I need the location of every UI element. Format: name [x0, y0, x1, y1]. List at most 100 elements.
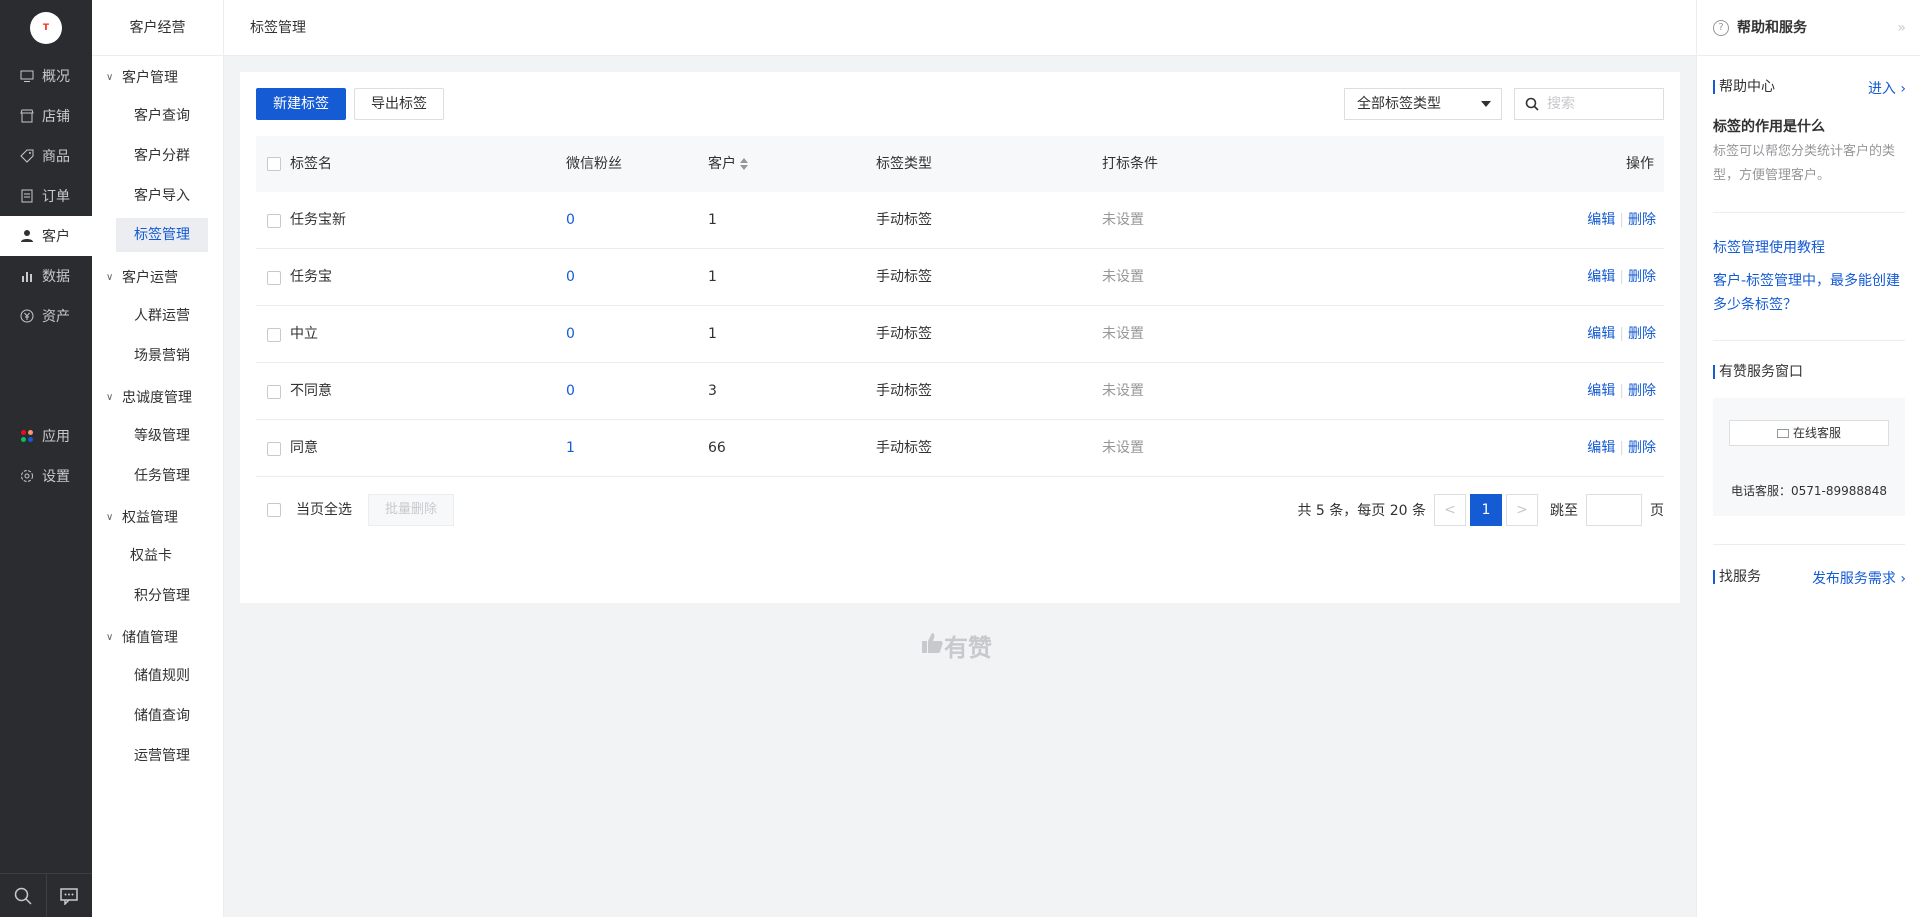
tag-type-select[interactable]: 全部标签类型 [1344, 88, 1502, 120]
nav-settings[interactable]: 设置 [0, 456, 92, 496]
jump-page-input[interactable] [1586, 494, 1642, 526]
row-checkbox[interactable] [267, 214, 281, 228]
delete-link[interactable]: 删除 [1628, 212, 1656, 228]
wechat-fans-count[interactable]: 0 [566, 192, 575, 249]
service-window-title: 有赞服务窗口 [1713, 365, 1803, 379]
edit-link[interactable]: 编辑 [1587, 383, 1615, 399]
subnav-scene-marketing[interactable]: 场景营销 [116, 339, 208, 373]
edit-link[interactable]: 编辑 [1587, 212, 1615, 228]
subnav-customer-query[interactable]: 客户查询 [116, 99, 208, 133]
group-loyalty[interactable]: ∨ 忠诚度管理 [106, 387, 192, 407]
page-select-all-checkbox[interactable] [267, 503, 281, 517]
subnav-task-management[interactable]: 任务管理 [116, 459, 208, 493]
wechat-fans-count[interactable]: 0 [566, 249, 575, 306]
row-checkbox[interactable] [267, 442, 281, 456]
wechat-fans-count[interactable]: 1 [566, 420, 575, 477]
chevron-down-icon: ∨ [106, 511, 114, 523]
nav-store[interactable]: 店铺 [0, 96, 92, 136]
row-operations: 编辑 | 删除 [1587, 440, 1656, 456]
export-tag-button[interactable]: 导出标签 [354, 88, 444, 120]
subnav-stored-value-query[interactable]: 储值查询 [116, 699, 208, 733]
prev-page-button[interactable]: < [1434, 494, 1466, 526]
online-service-button[interactable]: 在线客服 [1729, 420, 1889, 446]
header-wechat-fans: 微信粉丝 [566, 156, 622, 172]
delete-link[interactable]: 删除 [1628, 269, 1656, 285]
tag-type: 手动标签 [876, 440, 932, 456]
wechat-fans-count[interactable]: 0 [566, 306, 575, 363]
help-center-title: 帮助中心 [1713, 80, 1775, 94]
tag-condition: 未设置 [1102, 269, 1144, 285]
caret-down-icon [1481, 101, 1491, 107]
row-checkbox[interactable] [267, 328, 281, 342]
edit-link[interactable]: 编辑 [1587, 326, 1615, 342]
post-service-request-link[interactable]: 发布服务需求 › [1812, 568, 1906, 588]
tag-type: 手动标签 [876, 212, 932, 228]
subnav-customer-import[interactable]: 客户导入 [116, 179, 208, 213]
edit-link[interactable]: 编辑 [1587, 269, 1615, 285]
subnav-operation-management[interactable]: 运营管理 [116, 739, 208, 773]
message-icon[interactable] [45, 874, 93, 917]
youzan-brand: 有赞 [920, 628, 992, 663]
tag-list-card: 新建标签 导出标签 全部标签类型 标签名 微信粉丝 客户 标签类型 打标条件 操… [240, 72, 1680, 603]
row-checkbox[interactable] [267, 271, 281, 285]
batch-delete-button[interactable]: 批量删除 [368, 494, 455, 526]
help-header: ? 帮助和服务 » [1697, 0, 1920, 56]
group-stored-value[interactable]: ∨ 储值管理 [106, 627, 178, 647]
nav-customers[interactable]: 客户 [0, 216, 92, 256]
subnav-crowd-operation[interactable]: 人群运营 [116, 299, 208, 333]
next-page-button[interactable]: > [1506, 494, 1538, 526]
tag-condition: 未设置 [1102, 326, 1144, 342]
search-box[interactable] [1514, 88, 1664, 120]
page-number-button[interactable]: 1 [1470, 494, 1502, 526]
customer-count: 1 [708, 269, 717, 285]
customer-count: 66 [708, 440, 726, 456]
sub-nav-title: 客户经营 [92, 0, 223, 56]
nav-data[interactable]: 数据 [0, 256, 92, 296]
apps-icon [20, 429, 34, 443]
find-service-title: 找服务 [1713, 570, 1761, 584]
group-customer-operation[interactable]: ∨ 客户运营 [106, 267, 178, 287]
tag-name: 同意 [290, 440, 318, 456]
row-checkbox[interactable] [267, 385, 281, 399]
delete-link[interactable]: 删除 [1628, 383, 1656, 399]
delete-link[interactable]: 删除 [1628, 440, 1656, 456]
search-input[interactable] [1547, 94, 1657, 114]
sub-nav: 客户经营 ∨ 客户管理 客户查询 客户分群 客户导入 标签管理 ∨ 客户运营 人群运… [92, 0, 224, 917]
shop-logo[interactable]: T [30, 12, 62, 44]
header-tag-type: 标签类型 [876, 156, 932, 172]
group-benefits[interactable]: ∨ 权益管理 [106, 507, 178, 527]
search-icon[interactable] [0, 874, 46, 917]
wechat-fans-count[interactable]: 0 [566, 363, 575, 420]
subnav-tag-management[interactable]: 标签管理 [116, 218, 208, 252]
header-customers[interactable]: 客户 [708, 136, 748, 192]
group-customer-management[interactable]: ∨ 客户管理 [106, 67, 178, 87]
edit-link[interactable]: 编辑 [1587, 440, 1615, 456]
tag-name: 中立 [290, 326, 318, 342]
subnav-benefit-card[interactable]: 权益卡 [116, 539, 186, 573]
article-link[interactable]: 标签管理使用教程 [1713, 236, 1909, 260]
article-link[interactable]: 客户-标签管理中，最多能创建多少条标签？ [1713, 269, 1909, 317]
question-icon: ? [1713, 20, 1729, 36]
nav-goods[interactable]: 商品 [0, 136, 92, 176]
row-operations: 编辑 | 删除 [1587, 212, 1656, 228]
nav-orders[interactable]: 订单 [0, 176, 92, 216]
new-tag-button[interactable]: 新建标签 [256, 88, 346, 120]
subnav-stored-value-rules[interactable]: 储值规则 [116, 659, 208, 693]
help-center-enter-link[interactable]: 进入 › [1868, 78, 1906, 98]
delete-link[interactable]: 删除 [1628, 326, 1656, 342]
service-box: 在线客服 电话客服：0571-89988848 [1713, 398, 1905, 516]
sort-icon[interactable] [740, 157, 748, 171]
subnav-level-management[interactable]: 等级管理 [116, 419, 208, 453]
nav-assets[interactable]: 资产 [0, 296, 92, 336]
collapse-icon[interactable]: » [1897, 0, 1906, 56]
nav-apps[interactable]: 应用 [0, 416, 92, 456]
table-footer: 当页全选 批量删除 共 5 条，每页 20 条 < 1 > 跳至 页 [256, 490, 1664, 530]
nav-overview[interactable]: 概况 [0, 56, 92, 96]
select-all-checkbox[interactable] [267, 157, 281, 171]
subnav-points-management[interactable]: 积分管理 [116, 579, 208, 613]
subnav-customer-segment[interactable]: 客户分群 [116, 139, 208, 173]
page-suffix: 页 [1650, 503, 1664, 519]
customer-count: 1 [708, 326, 717, 342]
customer-count: 3 [708, 383, 717, 399]
page-select-all-label[interactable]: 当页全选 [296, 490, 352, 530]
